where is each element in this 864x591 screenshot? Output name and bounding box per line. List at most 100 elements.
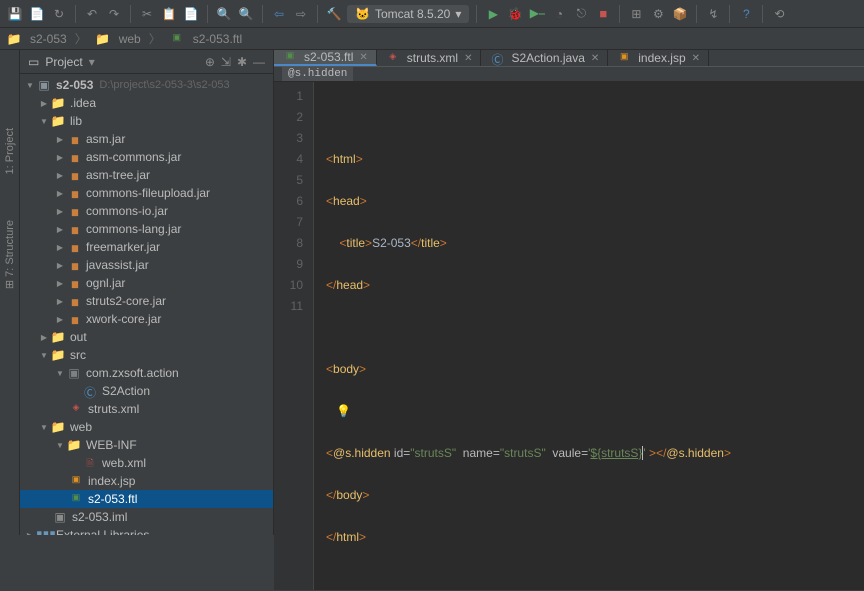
jar-icon [66,222,82,236]
chevron-down-icon: ▾ [455,7,461,21]
replace-icon[interactable]: 🔍 [237,5,255,23]
jar-icon [66,204,82,218]
tree-jar[interactable]: ▶asm-commons.jar [20,148,273,166]
folder-icon: 📁 [50,348,66,362]
tree-iml[interactable]: ▣s2-053.iml [20,508,273,526]
tree-lib[interactable]: ▼📁lib [20,112,273,130]
tree-src[interactable]: ▼📁src [20,346,273,364]
jar-icon [66,132,82,146]
run-config-label: Tomcat 8.5.20 [375,7,450,21]
editor-tab[interactable]: ⒸS2Action.java✕ [481,50,608,66]
close-icon[interactable]: ✕ [359,52,367,63]
folder-icon: 📁 [95,32,111,46]
tree-jar[interactable]: ▶struts2-core.jar [20,292,273,310]
run-icon[interactable]: ▶ [484,5,502,23]
sdk-icon[interactable]: 📦 [671,5,689,23]
jar-icon [66,150,82,164]
tree-jar[interactable]: ▶commons-fileupload.jar [20,184,273,202]
tree-pkg[interactable]: ▼▣com.zxsoft.action [20,364,273,382]
collapse-icon[interactable]: ⇲ [221,55,231,69]
xml-icon: ◈ [68,402,84,416]
left-sidebar-tabs: 1: Project ⊞ 7: Structure [0,50,20,535]
sync-icon[interactable]: ↻ [50,5,68,23]
project-tab[interactable]: 1: Project [2,120,18,182]
close-icon[interactable]: ✕ [464,53,472,64]
code-lines[interactable]: <html> <head> <title>S2-053</title> </he… [314,82,864,590]
profile-icon[interactable]: ◔ [550,5,568,23]
code-editor[interactable]: 1234567891011 <html> <head> <title>S2-05… [274,82,864,590]
xml-icon: 🗎 [82,456,98,470]
editor-area: ▣s2-053.ftl✕◈struts.xml✕ⒸS2Action.java✕▣… [274,50,864,535]
debug-icon[interactable]: 🐞 [506,5,524,23]
save-icon[interactable]: 💾 [6,5,24,23]
tree-class[interactable]: ⒸS2Action [20,382,273,400]
close-icon[interactable]: ✕ [591,53,599,64]
attach-icon[interactable]: ⎋ [572,5,590,23]
bulb-icon[interactable]: 💡 [336,404,351,418]
tree-idea[interactable]: ▶📁.idea [20,94,273,112]
module-icon: ▣ [36,78,52,92]
tree-root[interactable]: ▼▣s2-053D:\project\s2-053-3\s2-053 [20,76,273,94]
tree-struts-xml[interactable]: ◈struts.xml [20,400,273,418]
jar-icon [66,258,82,272]
back-icon[interactable]: ⇦ [270,5,288,23]
panel-title: Project [45,55,82,69]
editor-tab[interactable]: ◈struts.xml✕ [377,50,482,66]
copy-icon[interactable]: 📋 [160,5,178,23]
find-icon[interactable]: 🔍 [215,5,233,23]
nav-folder[interactable]: 📁web [95,32,141,46]
tree-webinf[interactable]: ▼📁WEB-INF [20,436,273,454]
tree-jar[interactable]: ▶ognl.jar [20,274,273,292]
tree-web[interactable]: ▼📁web [20,418,273,436]
jar-icon [66,312,82,326]
folder-icon: 📁 [66,438,82,452]
tree-jar[interactable]: ▶commons-lang.jar [20,220,273,238]
project-icon: ▭ [28,55,39,69]
coverage-icon[interactable]: ▶⎯ [528,5,546,23]
tree-jar[interactable]: ▶asm.jar [20,130,273,148]
layout-icon[interactable]: ⊞ [627,5,645,23]
tree-webxml[interactable]: 🗎web.xml [20,454,273,472]
close-icon[interactable]: ✕ [692,53,700,64]
editor-tab[interactable]: ▣index.jsp✕ [608,50,709,66]
stop-icon[interactable]: ■ [594,5,612,23]
redo-icon[interactable]: ↷ [105,5,123,23]
tree-jar[interactable]: ▶commons-io.jar [20,202,273,220]
search-icon[interactable]: ↯ [704,5,722,23]
package-icon: ▣ [66,366,82,380]
project-panel: ▭ Project ▾ ⊕ ⇲ ✱ — ▼▣s2-053D:\project\s… [20,50,274,535]
structure-tab[interactable]: ⊞ 7: Structure [1,212,18,297]
tree-out[interactable]: ▶📁out [20,328,273,346]
tree-ext-libs[interactable]: ▶▮▮▮External Libraries [20,526,273,535]
tree-ftl[interactable]: ▣s2-053.ftl [20,490,273,508]
structure-icon[interactable]: ⚙ [649,5,667,23]
gear-icon[interactable]: ✱ [237,55,247,69]
project-tree[interactable]: ▼▣s2-053D:\project\s2-053-3\s2-053 ▶📁.id… [20,74,273,535]
forward-icon[interactable]: ⇨ [292,5,310,23]
breadcrumb-item[interactable]: @s.hidden [282,67,353,81]
jar-icon [66,276,82,290]
hide-icon[interactable]: — [253,55,265,69]
tree-jar[interactable]: ▶asm-tree.jar [20,166,273,184]
tree-jar[interactable]: ▶freemarker.jar [20,238,273,256]
editor-tab[interactable]: ▣s2-053.ftl✕ [274,50,377,66]
paste-icon[interactable]: 📄 [182,5,200,23]
file-icon: ▣ [52,510,68,524]
build-icon[interactable]: 🔨 [325,5,343,23]
jar-icon [66,294,82,308]
update-icon[interactable]: ⟲ [770,5,788,23]
scroll-from-icon[interactable]: ⊕ [205,55,215,69]
jar-icon [66,168,82,182]
help-icon[interactable]: ? [737,5,755,23]
run-config-dropdown[interactable]: 🐱 Tomcat 8.5.20 ▾ [347,5,469,23]
cut-icon[interactable]: ✂ [138,5,156,23]
tree-jar[interactable]: ▶xwork-core.jar [20,310,273,328]
save-all-icon[interactable]: 📄 [28,5,46,23]
folder-icon: 📁 [50,330,66,344]
nav-file[interactable]: ▣s2-053.ftl [169,32,242,46]
tree-indexjsp[interactable]: ▣index.jsp [20,472,273,490]
undo-icon[interactable]: ↶ [83,5,101,23]
nav-project[interactable]: 📁s2-053 [6,32,67,46]
ftl-icon: ▣ [68,492,84,506]
tree-jar[interactable]: ▶javassist.jar [20,256,273,274]
